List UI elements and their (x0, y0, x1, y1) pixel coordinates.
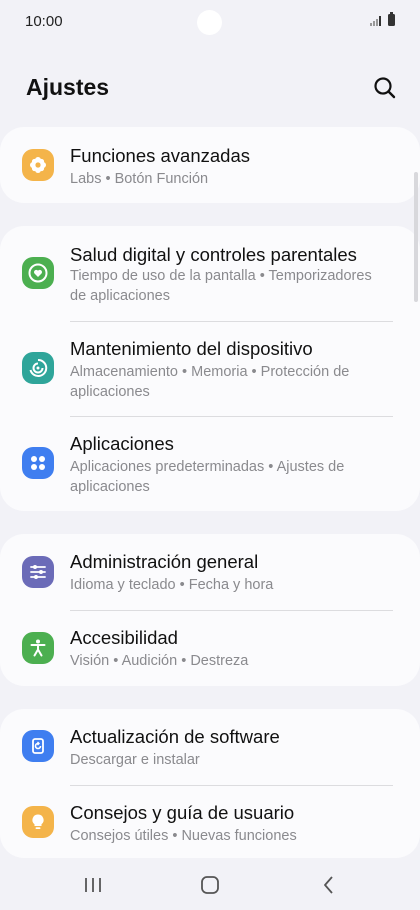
home-icon (201, 876, 219, 894)
camera-cutout (197, 10, 222, 35)
settings-item-consejos[interactable]: Consejos y guía de usuario Consejos útil… (0, 786, 420, 858)
signal-icon (370, 16, 381, 26)
settings-item-administracion-general[interactable]: Administración general Idioma y teclado … (0, 534, 420, 610)
item-title: Administración general (70, 551, 259, 572)
item-subtitle: Idioma y teclado • Fecha y hora (70, 577, 274, 593)
settings-group-2: Salud digital y controles parentales Tie… (0, 226, 420, 511)
item-subtitle: Consejos útiles • Nuevas funciones (70, 828, 297, 844)
settings-group-4: Actualización de software Descargar e in… (0, 709, 420, 858)
item-subtitle: Visión • Audición • Destreza (70, 653, 249, 669)
search-button[interactable] (372, 75, 398, 101)
gear-flower-icon (22, 149, 54, 181)
scrollbar[interactable] (414, 172, 418, 302)
page-title: Ajustes (26, 74, 110, 100)
settings-item-accesibilidad[interactable]: Accesibilidad Visión • Audición • Destre… (0, 611, 420, 686)
sliders-icon (22, 556, 54, 588)
status-time: 10:00 (25, 13, 63, 30)
item-subtitle: Descargar e instalar (70, 752, 200, 768)
item-title: Actualización de software (70, 726, 280, 747)
refresh-circle-icon (22, 352, 54, 384)
settings-item-aplicaciones[interactable]: Aplicaciones Aplicaciones predeterminada… (0, 417, 420, 511)
status-bar: 10:00 (0, 0, 420, 44)
recents-button[interactable] (73, 870, 113, 900)
back-button[interactable] (309, 870, 349, 900)
settings-item-mantenimiento[interactable]: Mantenimiento del dispositivo Almacenami… (0, 322, 420, 416)
header: Ajustes (0, 68, 420, 112)
item-title: Aplicaciones (70, 433, 174, 454)
apps-grid-icon (22, 447, 54, 479)
item-title: Salud digital y controles parentales (70, 244, 357, 265)
accessibility-icon (22, 632, 54, 664)
item-title: Mantenimiento del dispositivo (70, 338, 313, 359)
item-subtitle: Aplicaciones predeterminadas • Ajustes d… (70, 459, 345, 495)
item-title: Accesibilidad (70, 627, 178, 648)
item-subtitle: Labs • Botón Función (70, 171, 209, 187)
item-title: Funciones avanzadas (70, 145, 250, 166)
search-icon (374, 77, 396, 99)
settings-group-1: Funciones avanzadas Labs • Botón Función (0, 127, 420, 203)
recents-icon (85, 878, 101, 892)
battery-icon (388, 12, 395, 26)
heart-circle-icon (22, 257, 54, 289)
item-subtitle: Almacenamiento • Memoria • Protección de… (70, 364, 350, 400)
navigation-bar (0, 860, 420, 910)
lightbulb-icon (22, 806, 54, 838)
settings-group-3: Administración general Idioma y teclado … (0, 534, 420, 686)
item-title: Consejos y guía de usuario (70, 802, 295, 823)
back-icon (324, 876, 333, 894)
settings-item-salud-digital[interactable]: Salud digital y controles parentales Tie… (0, 226, 420, 321)
update-icon (22, 730, 54, 762)
settings-item-actualizacion-software[interactable]: Actualización de software Descargar e in… (0, 709, 420, 785)
item-subtitle: Tiempo de uso de la pantalla • Temporiza… (70, 268, 372, 304)
home-button[interactable] (190, 870, 230, 900)
settings-item-funciones-avanzadas[interactable]: Funciones avanzadas Labs • Botón Función (0, 127, 420, 203)
